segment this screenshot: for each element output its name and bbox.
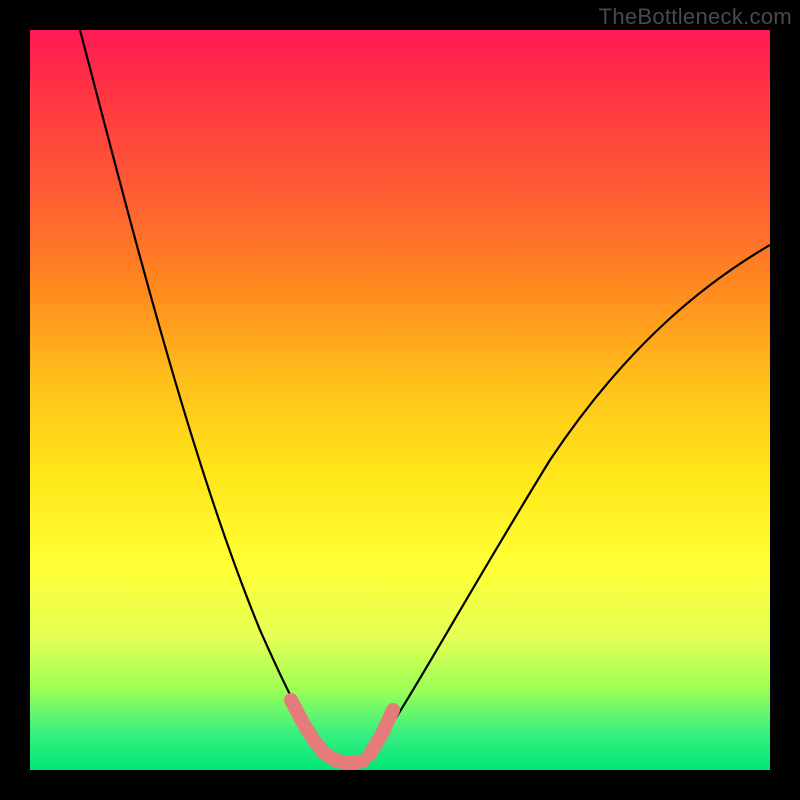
plot-area bbox=[30, 30, 770, 770]
chart-frame: TheBottleneck.com bbox=[0, 0, 800, 800]
highlight-right-segment bbox=[370, 710, 393, 754]
curve-left-branch bbox=[80, 30, 324, 753]
curve-layer bbox=[30, 30, 770, 770]
curve-right-branch bbox=[373, 245, 770, 753]
highlight-left-segment bbox=[291, 700, 363, 763]
watermark-text: TheBottleneck.com bbox=[599, 4, 792, 30]
